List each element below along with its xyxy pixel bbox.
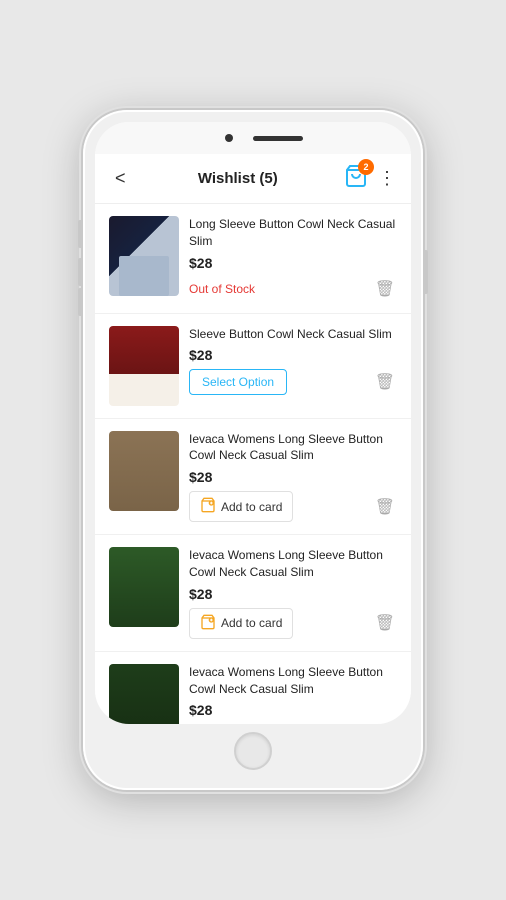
item-action-row: Select Option 🗑 xyxy=(189,369,397,395)
delete-button[interactable]: 🗑 xyxy=(373,277,397,301)
add-to-cart-label: Add to card xyxy=(221,500,282,514)
add-to-cart-icon xyxy=(200,614,216,633)
item-name-3: Ievaca Womens Long Sleeve Button Cowl Ne… xyxy=(189,431,397,465)
more-options-button[interactable]: ⋮ xyxy=(378,168,397,189)
item-price-4: $28 xyxy=(189,586,397,602)
delete-button[interactable]: 🗑 xyxy=(373,495,397,519)
phone-top-bar xyxy=(95,122,411,154)
app-header: < Wishlist (5) 2 ⋮ xyxy=(95,154,411,204)
item-price-3: $28 xyxy=(189,469,397,485)
item-price-5: $28 xyxy=(189,702,397,718)
wishlist-list: Long Sleeve Button Cowl Neck Casual Slim… xyxy=(95,204,411,724)
add-to-cart-button[interactable]: Add to card xyxy=(189,491,293,522)
phone-bottom xyxy=(95,724,411,778)
item-name-1: Long Sleeve Button Cowl Neck Casual Slim xyxy=(189,216,397,250)
item-action-row: Out of Stock 🗑 xyxy=(189,277,397,301)
item-price-2: $28 xyxy=(189,347,397,363)
phone-shell: < Wishlist (5) 2 ⋮ Long Sleeve Button Co… xyxy=(83,110,423,790)
select-option-button[interactable]: Select Option xyxy=(189,369,287,395)
item-name-5: Ievaca Womens Long Sleeve Button Cowl Ne… xyxy=(189,664,397,698)
item-details-4: Ievaca Womens Long Sleeve Button Cowl Ne… xyxy=(189,547,397,639)
product-image-5 xyxy=(109,664,179,724)
item-details-2: Sleeve Button Cowl Neck Casual Slim $28 Se… xyxy=(189,326,397,396)
product-image-2 xyxy=(109,326,179,406)
list-item: Ievaca Womens Long Sleeve Button Cowl Ne… xyxy=(95,419,411,536)
item-price-1: $28 xyxy=(189,255,397,271)
item-details-1: Long Sleeve Button Cowl Neck Casual Slim… xyxy=(189,216,397,301)
add-to-cart-label: Add to card xyxy=(221,616,282,630)
product-image-3 xyxy=(109,431,179,511)
list-item: Ievaca Womens Long Sleeve Button Cowl Ne… xyxy=(95,535,411,652)
delete-button[interactable]: 🗑 xyxy=(373,370,397,394)
out-of-stock-label: Out of Stock xyxy=(189,282,255,296)
back-button[interactable]: < xyxy=(109,166,132,191)
header-icons: 2 ⋮ xyxy=(344,164,397,193)
list-item: Ievaca Womens Long Sleeve Button Cowl Ne… xyxy=(95,652,411,724)
item-action-row: Add to card 🗑 xyxy=(189,608,397,639)
cart-button[interactable]: 2 xyxy=(344,164,368,193)
page-title: Wishlist (5) xyxy=(198,170,278,187)
product-image-1 xyxy=(109,216,179,296)
add-to-cart-icon xyxy=(200,497,216,516)
camera-notch xyxy=(225,134,233,142)
cart-badge: 2 xyxy=(358,159,374,175)
phone-screen: < Wishlist (5) 2 ⋮ Long Sleeve Button Co… xyxy=(95,122,411,724)
item-details-3: Ievaca Womens Long Sleeve Button Cowl Ne… xyxy=(189,431,397,523)
delete-button[interactable]: 🗑 xyxy=(373,611,397,635)
add-to-cart-button[interactable]: Add to card xyxy=(189,608,293,639)
item-details-5: Ievaca Womens Long Sleeve Button Cowl Ne… xyxy=(189,664,397,724)
item-name-2: Sleeve Button Cowl Neck Casual Slim xyxy=(189,326,397,343)
item-name-4: Ievaca Womens Long Sleeve Button Cowl Ne… xyxy=(189,547,397,581)
list-item: Long Sleeve Button Cowl Neck Casual Slim… xyxy=(95,204,411,314)
product-image-4 xyxy=(109,547,179,627)
list-item: Sleeve Button Cowl Neck Casual Slim $28 Se… xyxy=(95,314,411,419)
home-button[interactable] xyxy=(234,732,272,770)
item-action-row: Add to card 🗑 xyxy=(189,491,397,522)
speaker-notch xyxy=(253,136,303,141)
